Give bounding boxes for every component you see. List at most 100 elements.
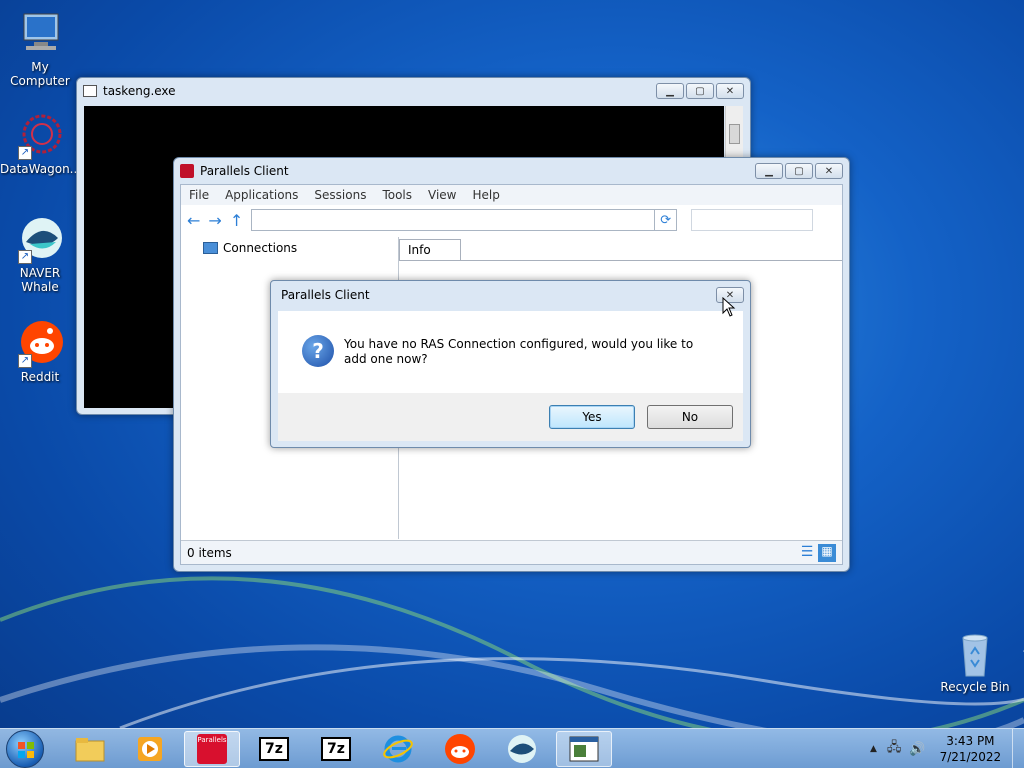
status-text: 0 items (187, 545, 232, 560)
whale-browser-icon: ↗ (16, 216, 64, 264)
status-bar: 0 items ☰ ▦ (181, 540, 842, 564)
tab-info[interactable]: Info (399, 239, 461, 261)
tree-item-label: Connections (223, 241, 298, 255)
window-title: Parallels Client (200, 164, 289, 178)
taskeng-titlebar[interactable]: taskeng.exe ▁ ▢ ✕ (77, 78, 750, 104)
dialog-button-row: Yes No (278, 393, 743, 441)
shortcut-arrow-icon: ↗ (18, 146, 32, 160)
shortcut-arrow-icon: ↗ (18, 250, 32, 264)
grid-view-icon[interactable]: ▦ (818, 543, 836, 562)
taskbar-parallels[interactable]: Parallels (184, 731, 240, 767)
search-input[interactable] (691, 209, 814, 231)
dialog-message: You have no RAS Connection configured, w… (344, 337, 694, 366)
maximize-button[interactable]: ▢ (785, 163, 813, 179)
taskbar-reddit[interactable] (432, 731, 488, 767)
parallels-app-icon (180, 164, 194, 178)
minimize-button[interactable]: ▁ (755, 163, 783, 179)
media-player-icon (138, 737, 162, 761)
toolbar: ← → ↑ ⟳ (181, 205, 842, 235)
menu-file[interactable]: File (189, 188, 209, 202)
internet-explorer-icon (383, 735, 413, 763)
clock[interactable]: 3:43 PM 7/21/2022 (940, 733, 1002, 765)
network-icon[interactable]: 🖧 (887, 738, 902, 760)
question-icon: ? (302, 335, 334, 367)
list-view-icon[interactable]: ☰ (798, 544, 816, 562)
menu-view[interactable]: View (428, 188, 456, 202)
desktop-icon-label: Recycle Bin (940, 680, 1010, 694)
clock-date: 7/21/2022 (939, 750, 1002, 764)
desktop-icon-recycle-bin[interactable]: Recycle Bin (935, 630, 1015, 694)
window-app-icon (569, 736, 599, 762)
minimize-icon: ▁ (765, 165, 773, 177)
clock-time: 3:43 PM (946, 734, 995, 748)
dialog-title: Parallels Client (281, 288, 370, 302)
console-icon (83, 85, 97, 97)
close-button[interactable]: ✕ (815, 163, 843, 179)
desktop-icon-reddit[interactable]: ↗ Reddit (0, 320, 80, 384)
recycle-bin-icon (951, 630, 999, 678)
no-button[interactable]: No (647, 405, 733, 429)
tab-label: Info (408, 243, 431, 257)
refresh-icon[interactable]: ⟳ (654, 210, 676, 230)
volume-icon[interactable]: 🔊 (909, 742, 925, 757)
7zip-icon: 7z (321, 737, 351, 761)
system-tray: ▲ 🖧 🔊 3:43 PM 7/21/2022 (866, 729, 1024, 768)
scrollbar-thumb[interactable] (729, 124, 740, 144)
menu-applications[interactable]: Applications (225, 188, 298, 202)
reddit-icon (445, 734, 475, 764)
start-button[interactable] (6, 730, 44, 768)
show-hidden-icons-icon[interactable]: ▲ (870, 744, 877, 754)
shortcut-arrow-icon: ↗ (18, 354, 32, 368)
connections-icon (203, 242, 218, 254)
taskbar-7zip-1[interactable]: 7z (246, 731, 302, 767)
taskbar-explorer[interactable] (62, 731, 118, 767)
button-label: Yes (582, 410, 602, 424)
menu-sessions[interactable]: Sessions (314, 188, 366, 202)
tree-item-connections[interactable]: Connections (181, 237, 398, 259)
address-bar[interactable]: ⟳ (251, 209, 678, 231)
minimize-button[interactable]: ▁ (656, 83, 684, 99)
taskbar-7zip-2[interactable]: 7z (308, 731, 364, 767)
folder-icon (75, 738, 105, 762)
whale-browser-icon (508, 735, 536, 763)
computer-icon (16, 10, 64, 58)
close-icon: ✕ (824, 165, 834, 177)
yes-button[interactable]: Yes (549, 405, 635, 429)
menu-tools[interactable]: Tools (382, 188, 412, 202)
dialog-titlebar[interactable]: Parallels Client ✕ (271, 281, 750, 309)
taskbar-media-player[interactable] (122, 731, 178, 767)
maximize-icon: ▢ (695, 85, 705, 97)
datawagon-icon: ↗ (16, 112, 64, 160)
taskbar-taskeng[interactable] (556, 731, 612, 767)
up-arrow-icon[interactable]: ↑ (230, 211, 243, 230)
maximize-button[interactable]: ▢ (686, 83, 714, 99)
show-desktop-button[interactable] (1012, 729, 1024, 768)
reddit-icon: ↗ (16, 320, 64, 368)
desktop-icon-naver-whale[interactable]: ↗ NAVER Whale (0, 216, 80, 294)
7zip-icon: 7z (259, 737, 289, 761)
desktop-icon-label: Reddit (20, 370, 60, 384)
dialog-body: ? You have no RAS Connection configured,… (278, 311, 743, 393)
desktop-icon-datawagon[interactable]: ↗ DataWagon... (0, 112, 82, 176)
menu-bar: File Applications Sessions Tools View He… (181, 185, 842, 205)
close-icon: ✕ (725, 85, 735, 97)
windows-logo-icon (18, 742, 34, 758)
mouse-cursor-icon (722, 297, 736, 317)
parallels-titlebar[interactable]: Parallels Client ▁ ▢ ✕ (174, 158, 849, 184)
desktop-icon-label: DataWagon... (0, 162, 82, 176)
menu-help[interactable]: Help (473, 188, 500, 202)
close-button[interactable]: ✕ (716, 83, 744, 99)
forward-arrow-icon[interactable]: → (208, 211, 221, 230)
desktop-icon-my-computer[interactable]: My Computer (0, 10, 80, 88)
desktop-icon-label: NAVER Whale (19, 266, 61, 294)
taskbar-internet-explorer[interactable] (370, 731, 426, 767)
taskbar-naver-whale[interactable] (494, 731, 550, 767)
window-title: taskeng.exe (103, 84, 176, 98)
parallels-icon: Parallels (197, 734, 227, 764)
maximize-icon: ▢ (794, 165, 804, 177)
add-connection-dialog[interactable]: Parallels Client ✕ ? You have no RAS Con… (270, 280, 751, 448)
minimize-icon: ▁ (666, 85, 674, 97)
button-label: No (681, 410, 699, 424)
desktop-icon-label: My Computer (10, 60, 70, 88)
back-arrow-icon[interactable]: ← (187, 211, 200, 230)
